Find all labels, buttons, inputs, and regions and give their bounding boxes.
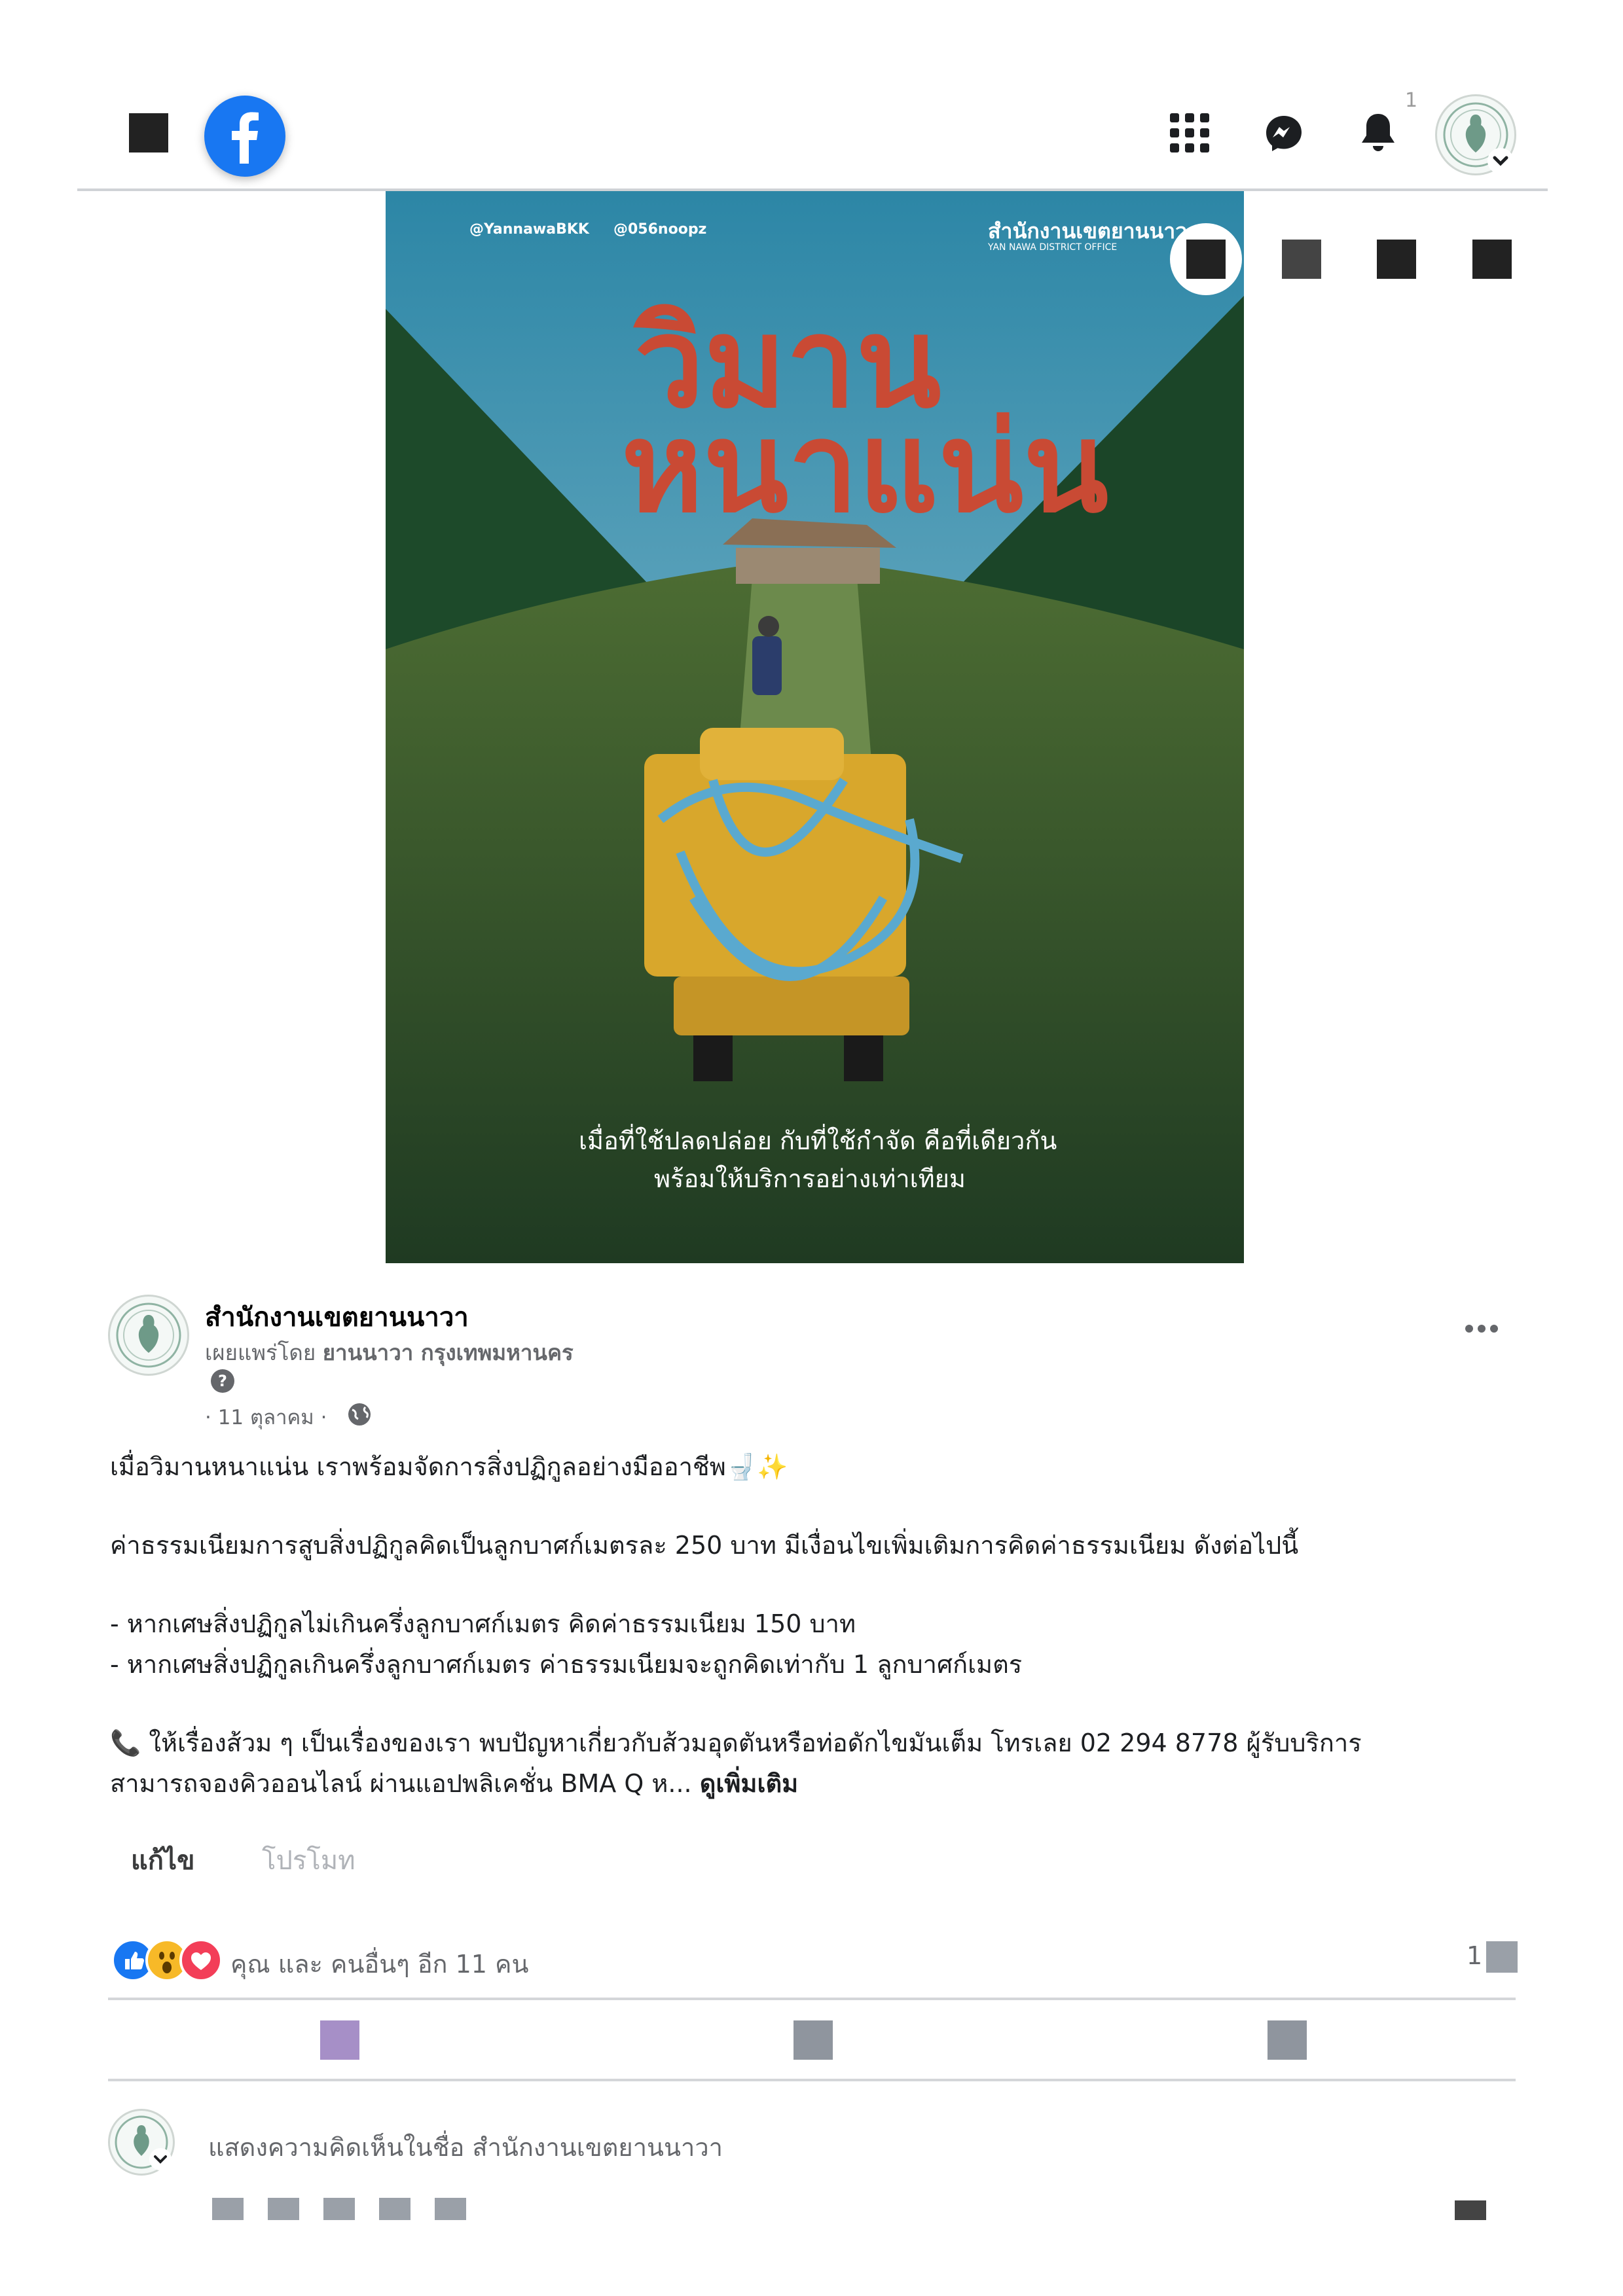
- post-body-line: ค่าธรรมเนียมการสูบสิ่งปฏิกูลคิดเป็นลูกบา…: [110, 1531, 1299, 1560]
- camera-icon[interactable]: [268, 2198, 299, 2220]
- poster-office-en: YAN NAWA DISTRICT OFFICE: [988, 242, 1118, 253]
- emoji-icon[interactable]: [212, 2198, 244, 2220]
- post-body-line: - หากเศษสิ่งปฏิกูลเกินครึ่งลูกบาศก์เมตร …: [110, 1650, 1023, 1679]
- fullscreen-icon[interactable]: [1377, 240, 1416, 279]
- tag-photo-icon[interactable]: [1186, 240, 1226, 279]
- messenger-icon[interactable]: [1264, 113, 1304, 154]
- post-body-line: - หากเศษสิ่งปฏิกูลไม่เกินครึ่งลูกบาศก์เม…: [110, 1609, 856, 1638]
- page-name[interactable]: สำนักงานเขตยานนาวา: [205, 1296, 469, 1338]
- post-options-icon[interactable]: [1464, 1322, 1499, 1335]
- posted-by-prefix: เผยแพร่โดย: [205, 1340, 316, 1365]
- comment-input[interactable]: แสดงความคิดเห็นในชื่อ สำนักงานเขตยานนาวา: [208, 2127, 723, 2167]
- poster-caption-line2: พร้อมให้บริการอย่างเท่าเทียม: [654, 1164, 966, 1193]
- bell-icon[interactable]: [1359, 111, 1397, 154]
- post-body-line-last: สามารถจองคิวออนไลน์ ผ่านแอปพลิเคชั่น BMA…: [110, 1763, 798, 1803]
- post-image[interactable]: @YannawaBKK @056noopz สำนักงานเขตยานนาวา…: [386, 191, 1244, 1263]
- post-body-line: 📞 ให้เรื่องส้วม ๆ เป็นเรื่องของเรา พบปัญ…: [110, 1729, 1362, 1757]
- facebook-logo-icon[interactable]: [204, 96, 285, 177]
- avatar-sticker-icon[interactable]: [435, 2198, 466, 2220]
- account-chevron-icon[interactable]: [1487, 148, 1514, 174]
- gif-icon[interactable]: [323, 2198, 355, 2220]
- help-icon[interactable]: ?: [211, 1369, 234, 1393]
- actions-divider: [108, 2079, 1516, 2081]
- globe-icon: [347, 1402, 372, 1427]
- poster-line-handle: @056noopz: [613, 221, 707, 238]
- posted-by-name[interactable]: ยานนาวา กรุงเทพมหานคร: [323, 1340, 574, 1365]
- posted-by: เผยแพร่โดย ยานนาวา กรุงเทพมหานคร: [205, 1335, 574, 1370]
- back-icon[interactable]: [129, 113, 168, 152]
- comment-count-icon[interactable]: [1486, 1941, 1518, 1973]
- comment-button-icon[interactable]: [793, 2020, 833, 2060]
- post-body-truncated: สามารถจองคิวออนไลน์ ผ่านแอปพลิเคชั่น BMA…: [110, 1769, 692, 1798]
- promote-button[interactable]: โปรโมท: [262, 1839, 356, 1881]
- commenter-chevron-icon[interactable]: [149, 2148, 172, 2170]
- post-date[interactable]: · 11 ตุลาคม ·: [205, 1401, 327, 1433]
- share-button-icon[interactable]: [1267, 2020, 1307, 2060]
- notification-badge: 1: [1405, 89, 1418, 112]
- poster-caption-line1: เมื่อที่ใช้ปลดปล่อย กับที่ใช้กำจัด คือที…: [579, 1126, 1057, 1155]
- poster-social-handle: @YannawaBKK: [469, 221, 589, 238]
- sticker-icon[interactable]: [379, 2198, 410, 2220]
- see-more-link[interactable]: ดูเพิ่มเติม: [700, 1769, 798, 1798]
- page-avatar[interactable]: [108, 1295, 189, 1376]
- reactions-divider: [108, 1998, 1516, 2000]
- close-icon[interactable]: [1472, 240, 1512, 279]
- like-button-icon[interactable]: [320, 2020, 359, 2060]
- send-icon[interactable]: [1455, 2200, 1486, 2220]
- edit-button[interactable]: แก้ไข: [131, 1839, 194, 1881]
- reactions-summary[interactable]: คุณ และ คนอื่นๆ อีก 11 คน: [230, 1944, 528, 1984]
- comment-count[interactable]: 1: [1467, 1941, 1482, 1970]
- love-reaction-icon[interactable]: [179, 1939, 223, 1982]
- post-body-line: เมื่อวิมานหนาแน่น เราพร้อมจัดการสิ่งปฏิก…: [110, 1452, 788, 1481]
- poster-title-line2: หนาแน่น: [621, 394, 1109, 540]
- menu-grid-icon[interactable]: [1170, 113, 1209, 152]
- photo-options-icon[interactable]: [1282, 240, 1321, 279]
